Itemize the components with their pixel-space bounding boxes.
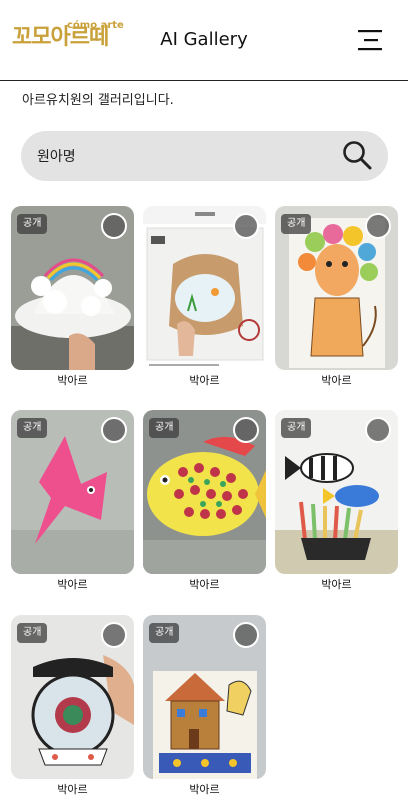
select-checkbox[interactable] (365, 213, 391, 239)
select-checkbox[interactable] (233, 213, 259, 239)
gallery-card[interactable]: 공개 박아르 (11, 410, 134, 600)
student-name: 박아르 (57, 783, 88, 796)
student-name: 박아르 (57, 374, 88, 387)
menu-button[interactable] (357, 27, 383, 53)
visibility-badge: 공개 (149, 418, 180, 438)
artwork-thumbnail[interactable]: 공개 (11, 410, 134, 574)
artwork-thumbnail[interactable]: 공개 (143, 410, 266, 574)
student-name: 박아르 (189, 374, 220, 387)
artwork-thumbnail[interactable] (143, 206, 266, 370)
search-bar (21, 131, 388, 181)
select-checkbox[interactable] (101, 213, 127, 239)
visibility-badge: 공개 (17, 418, 48, 438)
artwork-thumbnail[interactable]: 공개 (11, 206, 134, 370)
visibility-badge: 공개 (281, 418, 312, 438)
student-name: 박아르 (321, 374, 352, 387)
gallery-card[interactable]: 공개 박아르 (11, 615, 134, 800)
select-checkbox[interactable] (233, 417, 259, 443)
gallery-card[interactable]: 공개 박아르 (143, 410, 266, 600)
page-title: AI Gallery (160, 29, 248, 50)
student-name: 박아르 (189, 578, 220, 591)
student-name: 박아르 (189, 783, 220, 796)
select-checkbox[interactable] (101, 622, 127, 648)
app-header: 꼬모아르떼 cómo arte AI Gallery (0, 0, 408, 81)
select-checkbox[interactable] (365, 417, 391, 443)
select-checkbox[interactable] (233, 622, 259, 648)
visibility-badge: 공개 (281, 214, 312, 234)
select-checkbox[interactable] (101, 417, 127, 443)
gallery-card[interactable]: 공개 박아르 (275, 206, 398, 396)
gallery-card[interactable]: 박아르 (143, 206, 266, 396)
visibility-badge: 공개 (149, 623, 180, 643)
student-name: 박아르 (321, 578, 352, 591)
hamburger-menu-icon (358, 30, 382, 51)
gallery-card[interactable]: 공개 박아르 (275, 410, 398, 600)
student-name: 박아르 (57, 578, 88, 591)
gallery-card[interactable]: 공개 박아르 (143, 615, 266, 800)
search-icon[interactable] (341, 139, 373, 171)
visibility-badge: 공개 (17, 214, 48, 234)
artwork-thumbnail[interactable]: 공개 (11, 615, 134, 779)
gallery-card[interactable]: 공개 박아르 (11, 206, 134, 396)
visibility-badge: 공개 (17, 623, 48, 643)
search-input[interactable] (37, 131, 337, 181)
gallery-intro: 아르유치원의 갤러리입니다. (22, 93, 174, 108)
artwork-thumbnail[interactable]: 공개 (275, 206, 398, 370)
artwork-thumbnail[interactable]: 공개 (275, 410, 398, 574)
artwork-thumbnail[interactable]: 공개 (143, 615, 266, 779)
